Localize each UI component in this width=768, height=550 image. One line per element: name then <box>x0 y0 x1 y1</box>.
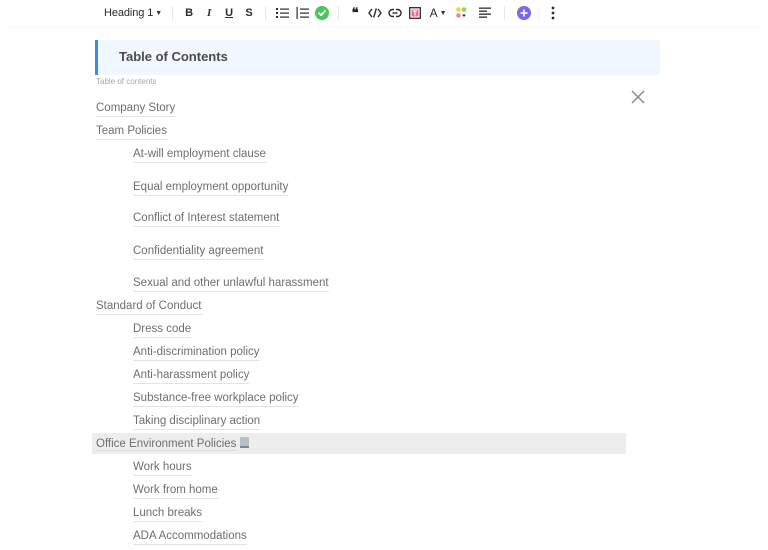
italic-button[interactable]: I <box>200 4 218 22</box>
toc-item-label: Office Environment Policies <box>96 438 237 451</box>
highlight-color-button[interactable] <box>452 4 474 22</box>
close-button[interactable] <box>630 89 646 105</box>
toc-heading-block[interactable]: Table of Contents <box>95 40 660 75</box>
toolbar-divider <box>538 6 540 20</box>
link-icon <box>388 8 402 18</box>
toolbar-divider <box>265 6 267 20</box>
checklist-icon <box>315 6 330 20</box>
bulleted-list-icon <box>275 8 289 18</box>
bold-button[interactable]: B <box>180 4 198 22</box>
toc-item[interactable]: Standard of Conduct <box>96 299 202 315</box>
numbered-list-icon <box>296 7 309 19</box>
code-button[interactable] <box>366 4 384 22</box>
toc-item[interactable]: Work hours <box>133 460 192 476</box>
toc-item[interactable]: Equal employment opportunity <box>133 180 289 196</box>
add-button[interactable] <box>515 4 533 22</box>
more-icon <box>551 6 555 20</box>
caret-down-icon: ▼ <box>439 9 447 17</box>
heading-select[interactable]: Heading 1 ▼ <box>104 7 166 19</box>
toolbar-divider <box>338 6 340 20</box>
bulleted-list-button[interactable] <box>273 4 291 22</box>
code-icon <box>368 8 382 18</box>
toc-item[interactable]: Conflict of Interest statement <box>133 211 280 227</box>
link-button[interactable] <box>386 4 404 22</box>
toolbar-divider <box>172 6 174 20</box>
align-icon <box>479 7 492 18</box>
banner-icon <box>409 7 422 19</box>
toc-item[interactable]: Work from home <box>133 483 218 499</box>
close-icon <box>631 90 645 104</box>
formatting-toolbar: Heading 1 ▼ B I U S ❝ A ▼ <box>0 0 768 26</box>
toc-item[interactable]: Anti-discrimination policy <box>133 345 260 361</box>
align-button[interactable] <box>476 4 494 22</box>
underline-button[interactable]: U <box>220 4 238 22</box>
strikethrough-icon: S <box>245 7 253 19</box>
toc-item[interactable]: Lunch breaks <box>133 506 203 522</box>
toc-item[interactable]: Taking disciplinary action <box>133 414 261 430</box>
quote-icon: ❝ <box>351 5 359 21</box>
numbered-list-button[interactable] <box>293 4 311 22</box>
bold-icon: B <box>185 7 194 19</box>
more-button[interactable] <box>544 4 562 22</box>
heading-select-label: Heading 1 <box>104 7 154 19</box>
quote-button[interactable]: ❝ <box>346 4 364 22</box>
toc-item[interactable]: Confidentiality agreement <box>133 244 264 260</box>
toc-item[interactable]: Dress code <box>133 322 192 338</box>
toc-item[interactable]: Company Story <box>96 101 176 117</box>
toc-item[interactable]: Sexual and other unlawful harassment <box>133 276 329 292</box>
checklist-button[interactable] <box>313 4 331 22</box>
toc-item[interactable]: Substance-free workplace policy <box>133 391 299 407</box>
toc-item[interactable]: ADA Accommodations <box>133 529 247 545</box>
toc-item[interactable]: Team Policies <box>96 124 167 140</box>
toc-item-highlighted[interactable]: Office Environment Policies <box>96 437 250 452</box>
underline-icon: U <box>225 7 234 19</box>
toolbar-divider <box>504 6 506 20</box>
text-color-button[interactable]: A ▼ <box>426 4 450 22</box>
add-icon <box>517 6 532 20</box>
banner-button[interactable] <box>406 4 424 22</box>
office-building-icon <box>240 437 250 448</box>
toc-caption: Table of contents <box>96 77 157 86</box>
toc-title: Table of Contents <box>119 49 228 64</box>
strikethrough-button[interactable]: S <box>240 4 258 22</box>
highlight-color-icon <box>456 7 467 18</box>
italic-icon: I <box>206 7 212 19</box>
text-color-icon: A <box>429 6 438 20</box>
toc-item[interactable]: At-will employment clause <box>133 147 266 163</box>
caret-down-icon: ▼ <box>155 9 163 17</box>
toc-item[interactable]: Anti-harassment policy <box>133 368 250 384</box>
